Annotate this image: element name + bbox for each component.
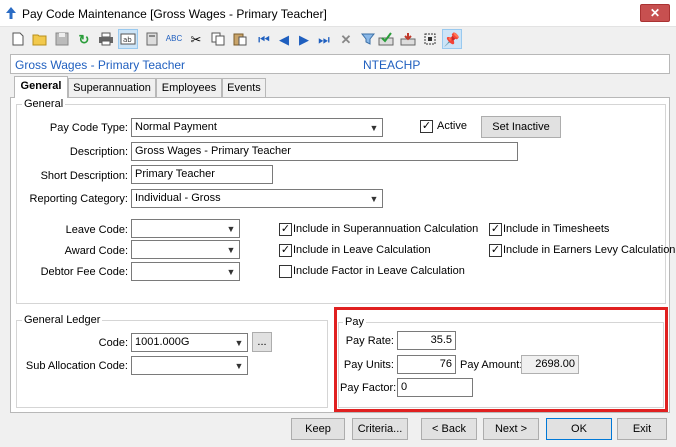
chevron-down-icon: ▼ xyxy=(226,267,236,277)
set-inactive-button[interactable]: Set Inactive xyxy=(481,116,561,138)
filter-icon[interactable] xyxy=(358,29,378,49)
new-icon[interactable] xyxy=(8,29,28,49)
include-leave-label: Include in Leave Calculation xyxy=(293,244,431,256)
active-checkbox[interactable]: ✓ xyxy=(420,120,433,133)
chevron-down-icon: ▼ xyxy=(234,338,244,348)
tab-superannuation[interactable]: Superannuation xyxy=(68,78,156,97)
copy-icon[interactable] xyxy=(208,29,228,49)
ok-button[interactable]: OK xyxy=(546,418,612,440)
debtor-fee-code-label: Debtor Fee Code: xyxy=(40,266,128,278)
app-arrow-icon xyxy=(6,7,16,19)
delete-icon[interactable]: ✕ xyxy=(336,29,356,49)
open-icon[interactable] xyxy=(30,29,50,49)
next-button[interactable]: Next > xyxy=(483,418,539,440)
save-icon[interactable] xyxy=(52,29,72,49)
description-label: Description: xyxy=(69,146,128,158)
include-earners-levy-checkbox[interactable]: ✓ xyxy=(489,244,502,257)
gl-code-select[interactable]: 1001.000G ▼ xyxy=(131,333,248,352)
reporting-category-select[interactable]: Individual - Gross ▼ xyxy=(131,189,383,208)
include-factor-label: Include Factor in Leave Calculation xyxy=(293,265,465,277)
paste-icon[interactable] xyxy=(230,29,250,49)
active-label: Active xyxy=(437,120,467,132)
pay-code-type-label: Pay Code Type: xyxy=(49,122,128,134)
refresh-icon[interactable]: ↻ xyxy=(74,29,94,49)
include-super-checkbox[interactable]: ✓ xyxy=(279,223,292,236)
keep-button[interactable]: Keep xyxy=(291,418,345,440)
award-code-label: Award Code: xyxy=(64,245,128,257)
include-super-label: Include in Superannuation Calculation xyxy=(293,223,479,235)
criteria-button[interactable]: Criteria... xyxy=(352,418,408,440)
short-description-field[interactable]: Primary Teacher xyxy=(131,165,273,184)
leave-code-label: Leave Code: xyxy=(65,224,128,236)
select-icon[interactable] xyxy=(420,29,440,49)
short-description-label: Short Description: xyxy=(40,170,128,182)
reporting-category-value: Individual - Gross xyxy=(135,192,221,204)
exit-button[interactable]: Exit xyxy=(617,418,667,440)
gl-code-value: 1001.000G xyxy=(135,336,190,348)
text-field-icon[interactable]: ab xyxy=(118,29,138,49)
description-field[interactable]: Gross Wages - Primary Teacher xyxy=(131,142,518,161)
gl-code-label: Code: xyxy=(98,337,128,349)
last-record-icon[interactable]: ⏭ xyxy=(314,29,334,49)
print-icon[interactable] xyxy=(96,29,116,49)
chevron-down-icon: ▼ xyxy=(369,123,379,133)
include-timesheets-label: Include in Timesheets xyxy=(503,223,610,235)
title-bar: Pay Code Maintenance [Gross Wages - Prim… xyxy=(0,0,676,27)
record-header: Gross Wages - Primary Teacher NTEACHP xyxy=(10,54,670,74)
close-button[interactable]: ✕ xyxy=(640,4,670,22)
export-icon[interactable] xyxy=(398,29,418,49)
record-code: NTEACHP xyxy=(363,58,421,72)
back-button[interactable]: < Back xyxy=(421,418,477,440)
include-leave-checkbox[interactable]: ✓ xyxy=(279,244,292,257)
pin-icon[interactable]: 📌 xyxy=(442,29,462,49)
chevron-down-icon: ▼ xyxy=(226,224,236,234)
toolbar: ↻ ab ABC ✂ ⏮ ◀ ▶ ⏭ ✕ 📌 xyxy=(0,27,676,51)
tab-events[interactable]: Events xyxy=(222,78,266,97)
general-ledger-title: General Ledger xyxy=(22,314,103,326)
highlight-box xyxy=(334,307,668,412)
chevron-down-icon: ▼ xyxy=(226,245,236,255)
reporting-category-label: Reporting Category: xyxy=(29,193,128,205)
include-timesheets-checkbox[interactable]: ✓ xyxy=(489,223,502,236)
calculator-icon[interactable] xyxy=(142,29,162,49)
general-group-title: General xyxy=(22,98,66,110)
record-name: Gross Wages - Primary Teacher xyxy=(15,58,186,72)
svg-text:ab: ab xyxy=(123,36,132,44)
tab-general[interactable]: General xyxy=(14,76,68,98)
sub-allocation-select[interactable]: ▼ xyxy=(131,356,248,375)
include-earners-levy-label: Include in Earners Levy Calculation xyxy=(503,244,676,256)
award-code-select[interactable]: ▼ xyxy=(131,240,240,259)
window-title: Pay Code Maintenance [Gross Wages - Prim… xyxy=(22,7,327,21)
debtor-fee-code-select[interactable]: ▼ xyxy=(131,262,240,281)
pay-code-type-value: Normal Payment xyxy=(135,121,217,133)
previous-record-icon[interactable]: ◀ xyxy=(274,29,294,49)
tab-employees[interactable]: Employees xyxy=(156,78,222,97)
pay-code-type-select[interactable]: Normal Payment ▼ xyxy=(131,118,383,137)
approve-icon[interactable] xyxy=(376,29,396,49)
gl-code-browse-button[interactable]: ... xyxy=(252,332,272,352)
include-factor-checkbox[interactable] xyxy=(279,265,292,278)
spellcheck-icon[interactable]: ABC xyxy=(164,29,184,49)
cut-icon[interactable]: ✂ xyxy=(186,29,206,49)
leave-code-select[interactable]: ▼ xyxy=(131,219,240,238)
sub-allocation-label: Sub Allocation Code: xyxy=(25,360,128,372)
next-record-icon[interactable]: ▶ xyxy=(294,29,314,49)
chevron-down-icon: ▼ xyxy=(234,361,244,371)
first-record-icon[interactable]: ⏮ xyxy=(254,29,274,49)
chevron-down-icon: ▼ xyxy=(369,194,379,204)
